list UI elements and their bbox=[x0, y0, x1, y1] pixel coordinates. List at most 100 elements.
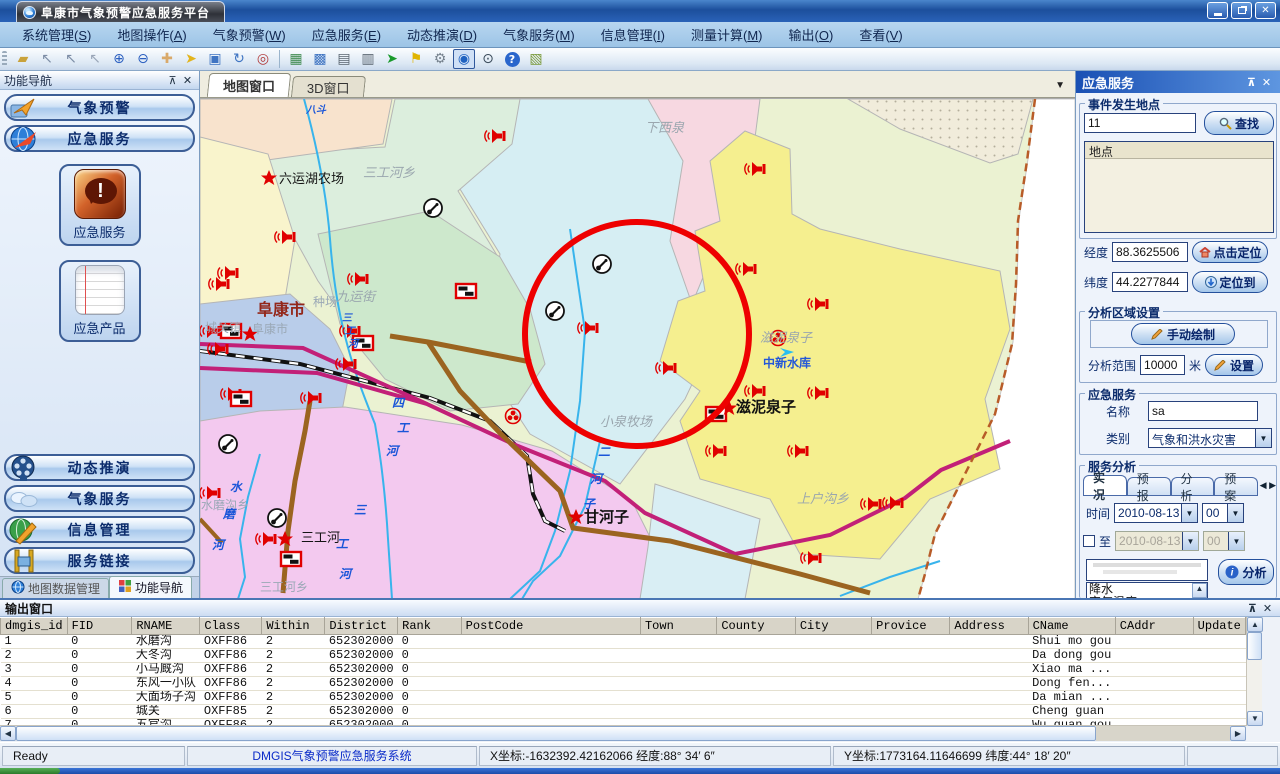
table-row[interactable]: 10水磨沟OXFF8626523020000Shui mo gou bbox=[1, 635, 1246, 649]
tab-scroll-arrows[interactable]: ◀ ▶ bbox=[1260, 480, 1276, 491]
close-icon[interactable]: ✕ bbox=[180, 73, 195, 87]
table-row[interactable]: 30小马厩沟OXFF8626523020000Xiao ma ... bbox=[1, 663, 1246, 677]
click-locate-button[interactable]: 点击定位 bbox=[1192, 241, 1268, 263]
station-icon[interactable] bbox=[424, 199, 442, 217]
chevron-down-icon[interactable]: ▼ bbox=[1227, 504, 1243, 522]
eye-icon[interactable]: ⊙ bbox=[477, 49, 499, 69]
menu-item-M[interactable]: 测量计算(M) bbox=[679, 22, 775, 47]
latitude-input[interactable] bbox=[1112, 272, 1188, 292]
event-location-input[interactable] bbox=[1084, 113, 1196, 133]
column-header-CName[interactable]: CName bbox=[1028, 618, 1115, 635]
layers-icon[interactable]: ▦ bbox=[285, 49, 307, 69]
output-vertical-scrollbar[interactable]: ▲ ▼ bbox=[1246, 617, 1262, 726]
element-filter-box[interactable] bbox=[1086, 559, 1208, 581]
station-icon[interactable] bbox=[268, 509, 286, 527]
column-header-County[interactable]: County bbox=[717, 618, 796, 635]
column-header-Address[interactable]: Address bbox=[950, 618, 1028, 635]
scroll-left-icon[interactable]: ◀ bbox=[0, 726, 16, 741]
print-preview-icon[interactable]: ▥ bbox=[357, 49, 379, 69]
print-icon[interactable]: ▤ bbox=[333, 49, 355, 69]
scroll-up-icon[interactable]: ▲ bbox=[1247, 617, 1263, 632]
chevron-down-icon[interactable]: ▼ bbox=[1255, 429, 1271, 447]
column-header-Within[interactable]: Within bbox=[262, 618, 325, 635]
stripe-icon[interactable] bbox=[456, 284, 476, 298]
menu-item-W[interactable]: 气象预警(W) bbox=[201, 22, 298, 47]
scroll-right-icon[interactable]: ▶ bbox=[1230, 726, 1246, 741]
date-select[interactable]: 2010-08-13▼ bbox=[1114, 503, 1198, 523]
refresh-icon[interactable]: ↻ bbox=[228, 49, 250, 69]
map-canvas[interactable]: 八斗六运湖农场三工河乡下西泉九运街阜康市城关镇阜康市种场滋泥泉子中新水库滋泥泉子… bbox=[200, 98, 1075, 598]
zoom-out-icon[interactable]: ⊖ bbox=[132, 49, 154, 69]
column-header-City[interactable]: City bbox=[795, 618, 871, 635]
column-header-CAddr[interactable]: CAddr bbox=[1115, 618, 1193, 635]
export-map-icon[interactable]: ▩ bbox=[309, 49, 331, 69]
map-tab-3D窗口[interactable]: 3D窗口 bbox=[291, 76, 366, 97]
column-header-PostCode[interactable]: PostCode bbox=[461, 618, 640, 635]
analyze-button[interactable]: i 分析 bbox=[1218, 559, 1274, 585]
hour-select[interactable]: 00▼ bbox=[1202, 503, 1244, 523]
nav-group-服务链接[interactable]: 服务链接 bbox=[4, 547, 195, 574]
toolbar-grip[interactable] bbox=[2, 51, 7, 67]
column-header-Provice[interactable]: Provice bbox=[872, 618, 950, 635]
nav-arrow-icon[interactable]: ➤ bbox=[381, 49, 403, 69]
settings-gear-icon[interactable]: ⚙ bbox=[429, 49, 451, 69]
pin-icon[interactable]: ⊼ bbox=[165, 73, 180, 87]
scrollbar-thumb[interactable] bbox=[16, 726, 1096, 741]
search-button[interactable]: 查找 bbox=[1204, 111, 1274, 135]
scroll-down-icon[interactable]: ▼ bbox=[1247, 711, 1263, 726]
globe-services-icon[interactable]: ◉ bbox=[453, 49, 475, 69]
place-pin-icon[interactable]: ⚑ bbox=[405, 49, 427, 69]
table-row[interactable]: 40东风一小队OXFF8626523020000Dong fen... bbox=[1, 677, 1246, 691]
full-extent-icon[interactable]: ▣ bbox=[204, 49, 226, 69]
service-name-input[interactable] bbox=[1148, 401, 1258, 421]
range-set-button[interactable]: 设置 bbox=[1205, 354, 1263, 376]
nav-tab-地图数据管理[interactable]: 地图数据管理 bbox=[2, 578, 109, 598]
help-icon[interactable]: ? bbox=[501, 49, 523, 69]
scroll-up-icon[interactable]: ▲ bbox=[1192, 583, 1207, 598]
feature-button-应急服务[interactable]: !应急服务 bbox=[59, 164, 141, 246]
element-list[interactable]: 降水空气温度 ▲ bbox=[1086, 582, 1208, 598]
table-row[interactable]: 50大面场子沟OXFF8626523020000Da mian ... bbox=[1, 691, 1246, 705]
column-header-Town[interactable]: Town bbox=[640, 618, 716, 635]
column-header-dmgis_id[interactable]: dmgis_id bbox=[1, 618, 68, 635]
menu-item-O[interactable]: 输出(O) bbox=[777, 22, 846, 47]
column-header-FID[interactable]: FID bbox=[67, 618, 132, 635]
column-header-District[interactable]: District bbox=[325, 618, 398, 635]
stripe-icon[interactable] bbox=[231, 392, 251, 406]
image-view-icon[interactable]: ▧ bbox=[525, 49, 547, 69]
menu-item-D[interactable]: 动态推演(D) bbox=[395, 22, 489, 47]
close-icon[interactable]: ✕ bbox=[1259, 75, 1274, 89]
output-horizontal-scrollbar[interactable]: ◀ ▶ bbox=[0, 725, 1246, 741]
map-tab-dropdown-icon[interactable]: ▼ bbox=[1055, 80, 1065, 91]
analysis-tab-预报[interactable]: 预报 bbox=[1127, 477, 1171, 495]
to-date-select[interactable]: 2010-08-13▼ bbox=[1115, 531, 1199, 551]
pin-icon[interactable]: ⊼ bbox=[1244, 75, 1259, 89]
restore-button[interactable] bbox=[1231, 2, 1252, 19]
longitude-input[interactable] bbox=[1112, 242, 1188, 262]
identify-icon[interactable]: ◎ bbox=[252, 49, 274, 69]
column-header-RNAME[interactable]: RNAME bbox=[132, 618, 200, 635]
table-row[interactable]: 20大冬沟OXFF8626523020000Da dong gou bbox=[1, 649, 1246, 663]
station-icon[interactable] bbox=[593, 255, 611, 273]
select-poly-icon[interactable]: ↖ bbox=[60, 49, 82, 69]
map-tab-地图窗口[interactable]: 地图窗口 bbox=[207, 73, 292, 97]
station-icon[interactable] bbox=[546, 302, 564, 320]
manual-draw-button[interactable]: 手动绘制 bbox=[1131, 323, 1235, 345]
service-type-select[interactable]: 气象和洪水灾害▼ bbox=[1148, 428, 1272, 448]
menu-item-E[interactable]: 应急服务(E) bbox=[300, 22, 393, 47]
stripe-icon[interactable] bbox=[281, 552, 301, 566]
chevron-down-icon[interactable]: ▼ bbox=[1181, 504, 1197, 522]
feature-button-应急产品[interactable]: 应急产品 bbox=[59, 260, 141, 342]
scrollbar-thumb[interactable] bbox=[1247, 632, 1262, 660]
close-button[interactable]: ✕ bbox=[1255, 2, 1276, 19]
zoom-in-icon[interactable]: ⊕ bbox=[108, 49, 130, 69]
menu-item-I[interactable]: 信息管理(I) bbox=[589, 22, 677, 47]
close-icon[interactable]: ✕ bbox=[1260, 601, 1275, 615]
menu-item-S[interactable]: 系统管理(S) bbox=[10, 22, 103, 47]
nav-group-信息管理[interactable]: 信息管理 bbox=[4, 516, 195, 543]
to-hour-select[interactable]: 00▼ bbox=[1203, 531, 1245, 551]
nav-group-气象预警[interactable]: 气象预警 bbox=[4, 94, 195, 121]
analysis-tab-实况[interactable]: 实况 bbox=[1083, 475, 1127, 495]
column-header-Class[interactable]: Class bbox=[200, 618, 262, 635]
menu-item-M[interactable]: 气象服务(M) bbox=[491, 22, 587, 47]
